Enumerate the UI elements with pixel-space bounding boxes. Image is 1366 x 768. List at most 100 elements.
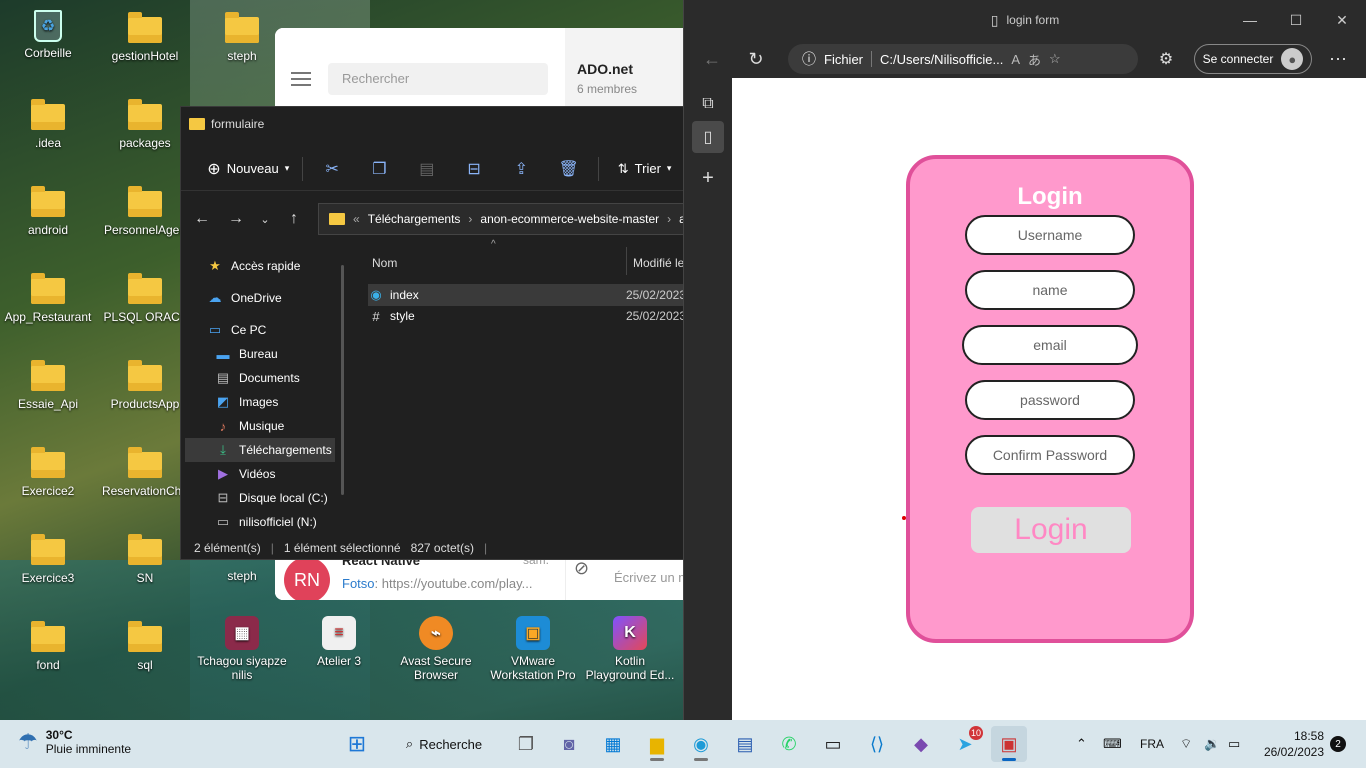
desktop-icon-sn[interactable]: SN — [99, 534, 191, 585]
back-arrow-icon[interactable]: ← — [696, 45, 728, 73]
copy-icon[interactable]: ❐ — [356, 153, 403, 185]
wifi-icon[interactable]: ⌔ — [1180, 720, 1192, 768]
paperclip-icon[interactable]: ⊘ — [574, 558, 589, 579]
git-icon[interactable]: ◆ — [903, 726, 939, 762]
new-tab-icon[interactable]: + — [692, 162, 724, 194]
sidebar-item-music[interactable]: ♪ Musique — [215, 414, 285, 438]
translate-icon[interactable]: あ — [1028, 50, 1041, 69]
delete-icon[interactable]: 🗑 — [545, 153, 592, 185]
tab-actions-icon[interactable]: ⧉ — [692, 88, 724, 120]
read-aloud-icon[interactable]: A — [1011, 52, 1020, 67]
tab-login-form[interactable]: ▯ — [692, 121, 724, 153]
desktop-icon-recycle-bin[interactable]: ♻ Corbeille — [2, 10, 94, 60]
sidebar-item-onedrive[interactable]: ☁ OneDrive — [207, 286, 282, 310]
name-input[interactable]: name — [965, 270, 1135, 310]
sidebar-item-quick-access[interactable]: ★ Accès rapide — [207, 254, 300, 278]
confirm-password-input[interactable]: Confirm Password — [965, 435, 1135, 475]
sidebar-scrollbar[interactable] — [341, 265, 344, 495]
more-options-icon[interactable]: ⋯ — [1322, 45, 1354, 73]
clock[interactable]: 18:58 26/02/2023 — [1258, 728, 1324, 760]
signin-button[interactable]: Se connecter ● — [1194, 44, 1312, 74]
desktop-icon-app-restaurant[interactable]: App_Restaurant — [2, 273, 94, 324]
paste-icon[interactable]: ▤ — [403, 153, 450, 185]
whatsapp-icon[interactable]: ✆ — [771, 726, 807, 762]
chat-search-input[interactable]: Rechercher — [328, 63, 548, 95]
sidebar-item-images[interactable]: ◩ Images — [215, 390, 279, 414]
file-row-index[interactable]: ◉ index 25/02/2023 — [368, 284, 684, 306]
desktop-icon-plsql-oracle[interactable]: PLSQL ORACL — [99, 273, 191, 324]
address-bar[interactable]: ⓘ Fichier C:/Users/Nilisofficie... A あ ☆ — [788, 44, 1138, 74]
battery-icon[interactable]: ▭ — [1228, 720, 1240, 768]
maximize-icon[interactable]: ☐ — [1273, 0, 1319, 40]
username-input[interactable]: Username — [965, 215, 1135, 255]
forward-arrow-icon[interactable]: → — [219, 204, 253, 234]
desktop-icon-packages[interactable]: packages — [99, 99, 191, 150]
desktop-icon-kotlin[interactable]: K Kotlin Playground Ed... — [584, 616, 676, 682]
email-input[interactable]: email — [962, 325, 1138, 365]
teams-chat-icon[interactable]: ◙ — [551, 726, 587, 762]
show-hidden-icons[interactable]: ⌃ — [1076, 720, 1087, 768]
keyboard-icon[interactable]: ⌨ — [1103, 720, 1122, 768]
sort-button[interactable]: ⇅ Trier ▾ — [605, 153, 684, 185]
new-button[interactable]: ⊕ Nouveau ▾ — [201, 153, 296, 185]
desktop-icon-vmware[interactable]: ▣ VMware Workstation Pro — [487, 616, 579, 682]
sidebar-item-documents[interactable]: ▤ Documents — [215, 366, 300, 390]
sidebar-item-network-drive[interactable]: ▭ nilisofficiel (N:) — [215, 510, 317, 534]
language-indicator[interactable]: FRA — [1140, 720, 1164, 768]
edge-icon[interactable]: ◉ — [683, 726, 719, 762]
close-icon[interactable]: ✕ — [1319, 0, 1365, 40]
desktop-icon-exercice2[interactable]: Exercice2 — [2, 447, 94, 498]
microsoft-store-icon[interactable]: ▦ — [595, 726, 631, 762]
up-arrow-icon[interactable]: ↑ — [277, 204, 311, 234]
sidebar-item-downloads[interactable]: ⤓ Téléchargements — [185, 438, 335, 462]
file-explorer-window[interactable]: formulaire ⊕ Nouveau ▾ ✂ ❐ ▤ ⊟ ⇪ 🗑 ⇅ Tri… — [180, 106, 685, 560]
desktop-icon-sql[interactable]: sql — [99, 621, 191, 672]
notification-count[interactable]: 2 — [1330, 736, 1346, 752]
desktop-icon-gestionhotel[interactable]: gestionHotel — [99, 12, 191, 63]
sidebar-item-videos[interactable]: ▶ Vidéos — [215, 462, 275, 486]
rename-icon[interactable]: ⊟ — [450, 153, 497, 185]
weather-widget[interactable]: ☂ 30°C Pluie imminente — [18, 728, 131, 756]
desktop-icon-idea[interactable]: .idea — [2, 99, 94, 150]
vscode-icon[interactable]: ⟨⟩ — [859, 726, 895, 762]
desktop-icon-productsapp[interactable]: ProductsApp — [99, 360, 191, 411]
desktop-icon-tchagou[interactable]: ▦ Tchagou siyapze nilis — [196, 616, 288, 682]
taskbar-search-button[interactable]: ⌕ Recherche — [396, 726, 492, 762]
desktop-icon-fond[interactable]: fond — [2, 621, 94, 672]
compose-input[interactable]: Écrivez un m — [614, 570, 689, 585]
column-divider[interactable] — [626, 247, 627, 275]
share-icon[interactable]: ⇪ — [498, 153, 545, 185]
active-app-icon[interactable]: ▣ — [991, 726, 1027, 762]
breadcrumb-item[interactable]: Téléchargements — [368, 212, 461, 226]
back-arrow-icon[interactable]: ← — [185, 204, 219, 234]
browser-window[interactable]: ▯ login form — ☐ ✕ ← ↻ ⓘ Fichier C:/User… — [683, 0, 1366, 720]
sidebar-item-local-disk[interactable]: ⊟ Disque local (C:) — [215, 486, 328, 510]
terminal-icon[interactable]: ▭ — [815, 726, 851, 762]
breadcrumb-item[interactable]: anon-ecommerce-website-master — [480, 212, 659, 226]
extensions-icon[interactable]: ⚙ — [1150, 45, 1182, 73]
hamburger-menu-icon[interactable] — [291, 72, 311, 86]
column-header-name[interactable]: Nom — [372, 251, 397, 275]
desktop-icon-atelier3[interactable]: ≡ Atelier 3 — [293, 616, 385, 668]
column-header-modified[interactable]: Modifié le — [633, 251, 684, 275]
minimize-icon[interactable]: — — [1227, 0, 1273, 40]
start-windows-icon[interactable]: ⊞ — [339, 726, 375, 762]
desktop-icon-avast[interactable]: ⌁ Avast Secure Browser — [390, 616, 482, 682]
remote-desktop-icon[interactable]: ▤ — [727, 726, 763, 762]
refresh-icon[interactable]: ↻ — [740, 45, 772, 73]
desktop-icon-personnelagen[interactable]: PersonnelAgen — [99, 186, 191, 237]
file-explorer-icon[interactable]: ▆ — [639, 726, 675, 762]
desktop-icon-essaie-api[interactable]: Essaie_Api — [2, 360, 94, 411]
sidebar-item-this-pc[interactable]: ▭ Ce PC — [207, 318, 267, 342]
desktop-icon-exercice3[interactable]: Exercice3 — [2, 534, 94, 585]
password-input[interactable]: password — [965, 380, 1135, 420]
address-bar[interactable]: « Téléchargements › anon-ecommerce-websi… — [318, 203, 684, 235]
favorite-add-icon[interactable]: ☆ — [1049, 51, 1061, 67]
sidebar-item-bureau[interactable]: ▬ Bureau — [215, 342, 278, 366]
login-button[interactable]: Login — [971, 507, 1131, 553]
telegram-icon[interactable]: ➤ 10 — [947, 726, 983, 762]
volume-icon[interactable]: 🔉 — [1204, 720, 1220, 768]
task-view-icon[interactable]: ❐ — [508, 726, 544, 762]
recent-chevron-icon[interactable]: ⌄ — [253, 204, 277, 234]
cut-icon[interactable]: ✂ — [309, 153, 356, 185]
